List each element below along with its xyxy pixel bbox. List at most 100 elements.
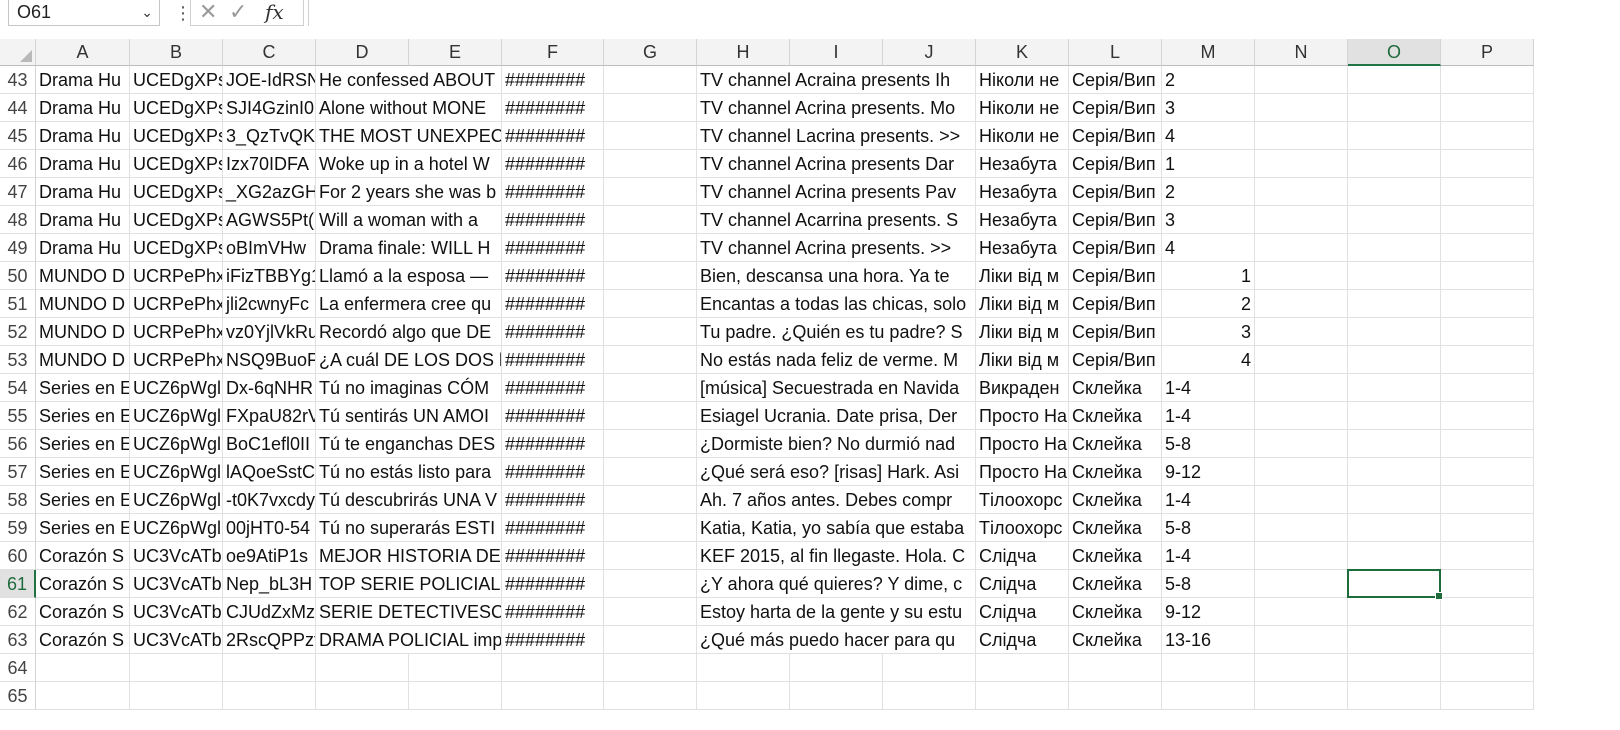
cell-value-k61[interactable]: Слідча (976, 570, 1069, 598)
cell-m64[interactable] (1162, 654, 1255, 682)
cell-f65[interactable] (502, 682, 604, 710)
cell-n60[interactable] (1255, 542, 1348, 570)
cell-o60[interactable] (1348, 542, 1441, 570)
cell-e64[interactable] (409, 654, 502, 682)
cell-value-l49[interactable]: Серія/Вип (1069, 234, 1162, 262)
cell-value-b48[interactable]: UCEDgXPs (130, 206, 223, 234)
select-all-button[interactable] (0, 39, 36, 66)
cell-o46[interactable] (1348, 150, 1441, 178)
cell-value-a45[interactable]: Drama Hu (36, 122, 130, 150)
cell-value-h53[interactable]: No estás nada feliz de verme. M (697, 346, 976, 374)
cell-value-b61[interactable]: UC3VcATb (130, 570, 223, 598)
row-header-48[interactable]: 48 (0, 206, 36, 234)
cell-value-m56[interactable]: 5-8 (1162, 430, 1255, 458)
column-header-f[interactable]: F (502, 39, 604, 66)
cell-value-l58[interactable]: Склейка (1069, 486, 1162, 514)
cell-j65[interactable] (883, 682, 976, 710)
cell-value-d46[interactable]: Woke up in a hotel W (316, 150, 502, 178)
cell-value-b45[interactable]: UCEDgXPs (130, 122, 223, 150)
cell-value-d49[interactable]: Drama finale: WILL H (316, 234, 502, 262)
cell-o54[interactable] (1348, 374, 1441, 402)
cell-o55[interactable] (1348, 402, 1441, 430)
cell-g53[interactable] (604, 346, 697, 374)
cell-value-b54[interactable]: UCZ6pWgl (130, 374, 223, 402)
cell-value-a57[interactable]: Series en E (36, 458, 130, 486)
cell-n61[interactable] (1255, 570, 1348, 598)
cell-value-m58[interactable]: 1-4 (1162, 486, 1255, 514)
cell-value-l45[interactable]: Серія/Вип (1069, 122, 1162, 150)
cell-b64[interactable] (130, 654, 223, 682)
row-header-55[interactable]: 55 (0, 402, 36, 430)
column-header-n[interactable]: N (1255, 39, 1348, 66)
cell-value-l52[interactable]: Серія/Вип (1069, 318, 1162, 346)
column-header-l[interactable]: L (1069, 39, 1162, 66)
cell-value-c47[interactable]: _XG2azGH (223, 178, 316, 206)
cell-p61[interactable] (1441, 570, 1534, 598)
cell-n45[interactable] (1255, 122, 1348, 150)
cell-value-l63[interactable]: Склейка (1069, 626, 1162, 654)
column-header-a[interactable]: A (36, 39, 130, 66)
cell-value-b58[interactable]: UCZ6pWgl (130, 486, 223, 514)
cell-a65[interactable] (36, 682, 130, 710)
cell-value-l57[interactable]: Склейка (1069, 458, 1162, 486)
cell-o65[interactable] (1348, 682, 1441, 710)
cell-value-d56[interactable]: Tú te enganchas DES (316, 430, 502, 458)
cell-value-l50[interactable]: Серія/Вип (1069, 262, 1162, 290)
cell-value-k50[interactable]: Ліки від м (976, 262, 1069, 290)
cell-g56[interactable] (604, 430, 697, 458)
cell-value-f63[interactable]: ######## (502, 626, 604, 654)
cell-value-l46[interactable]: Серія/Вип (1069, 150, 1162, 178)
cell-value-k63[interactable]: Слідча (976, 626, 1069, 654)
cell-value-h56[interactable]: ¿Dormiste bien? No durmió nad (697, 430, 976, 458)
cell-c64[interactable] (223, 654, 316, 682)
cell-value-m46[interactable]: 1 (1162, 150, 1255, 178)
cell-value-h44[interactable]: TV channel Acrina presents. Mo (697, 94, 976, 122)
cell-value-d55[interactable]: Tú sentirás UN AMOI (316, 402, 502, 430)
cell-value-b49[interactable]: UCEDgXPs (130, 234, 223, 262)
cell-value-k53[interactable]: Ліки від м (976, 346, 1069, 374)
cell-value-h59[interactable]: Katia, Katia, yo sabía que estaba (697, 514, 976, 542)
cell-n63[interactable] (1255, 626, 1348, 654)
cell-o53[interactable] (1348, 346, 1441, 374)
cell-n65[interactable] (1255, 682, 1348, 710)
cell-o44[interactable] (1348, 94, 1441, 122)
cell-o58[interactable] (1348, 486, 1441, 514)
cell-value-f55[interactable]: ######## (502, 402, 604, 430)
cell-g46[interactable] (604, 150, 697, 178)
cell-g51[interactable] (604, 290, 697, 318)
cell-value-c45[interactable]: 3_QzTvQK (223, 122, 316, 150)
cell-value-d58[interactable]: Tú descubrirás UNA V (316, 486, 502, 514)
row-header-63[interactable]: 63 (0, 626, 36, 654)
cell-value-h47[interactable]: TV channel Acrina presents Pav (697, 178, 976, 206)
cell-n55[interactable] (1255, 402, 1348, 430)
cell-p57[interactable] (1441, 458, 1534, 486)
cell-k64[interactable] (976, 654, 1069, 682)
cell-value-m49[interactable]: 4 (1162, 234, 1255, 262)
cell-n54[interactable] (1255, 374, 1348, 402)
cell-value-d59[interactable]: Tú no superarás ESTI (316, 514, 502, 542)
cell-n50[interactable] (1255, 262, 1348, 290)
cell-p58[interactable] (1441, 486, 1534, 514)
cell-value-f46[interactable]: ######## (502, 150, 604, 178)
cell-value-f52[interactable]: ######## (502, 318, 604, 346)
cell-value-h46[interactable]: TV channel Acrina presents Dar (697, 150, 976, 178)
cell-value-l48[interactable]: Серія/Вип (1069, 206, 1162, 234)
cell-g49[interactable] (604, 234, 697, 262)
cell-value-b60[interactable]: UC3VcATb (130, 542, 223, 570)
cell-o63[interactable] (1348, 626, 1441, 654)
cell-value-d57[interactable]: Tú no estás listo para (316, 458, 502, 486)
cell-value-a63[interactable]: Corazón S (36, 626, 130, 654)
cell-value-h48[interactable]: TV channel Acarrina presents. S (697, 206, 976, 234)
cell-value-m60[interactable]: 1-4 (1162, 542, 1255, 570)
cell-value-a62[interactable]: Corazón S (36, 598, 130, 626)
cell-o50[interactable] (1348, 262, 1441, 290)
column-header-b[interactable]: B (130, 39, 223, 66)
cell-value-f60[interactable]: ######## (502, 542, 604, 570)
cell-value-d47[interactable]: For 2 years she was b (316, 178, 502, 206)
row-header-59[interactable]: 59 (0, 514, 36, 542)
cell-value-f59[interactable]: ######## (502, 514, 604, 542)
cell-value-h45[interactable]: TV channel Lacrina presents. >> (697, 122, 976, 150)
row-header-61[interactable]: 61 (0, 570, 36, 598)
cell-g55[interactable] (604, 402, 697, 430)
cell-g45[interactable] (604, 122, 697, 150)
